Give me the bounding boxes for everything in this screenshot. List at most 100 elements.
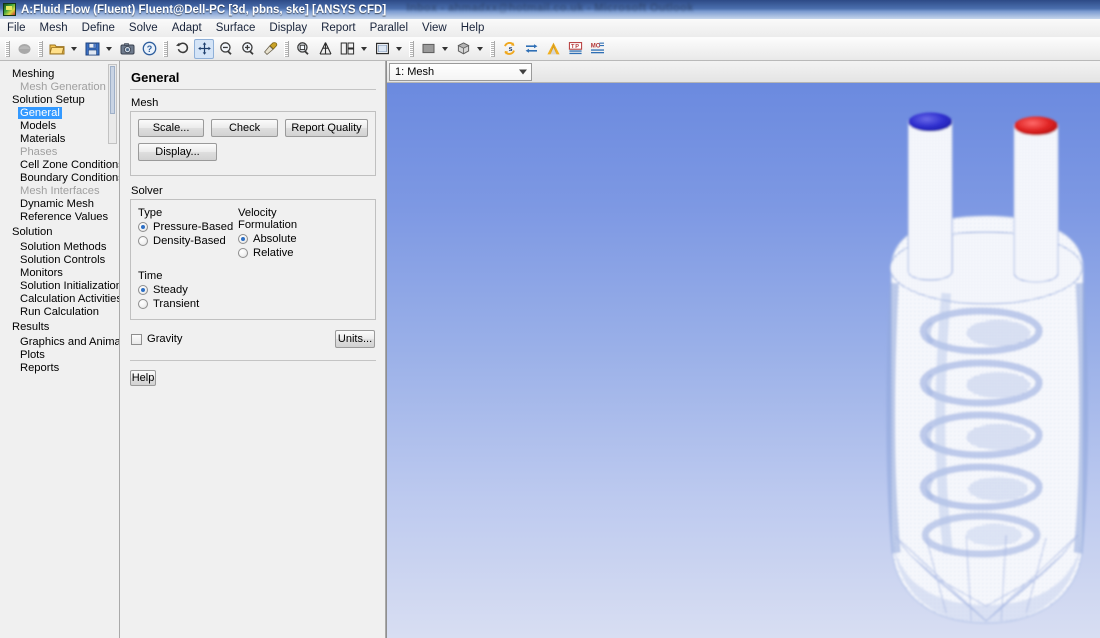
toolbar-grip[interactable] bbox=[5, 40, 10, 57]
toolbar-grip[interactable] bbox=[409, 40, 414, 57]
menu-bar: File Mesh Define Solve Adapt Surface Dis… bbox=[0, 19, 1100, 38]
graphics-window-selector[interactable]: 1: Mesh bbox=[389, 62, 532, 81]
background-color-icon[interactable] bbox=[418, 39, 438, 59]
units-button[interactable]: Units... bbox=[335, 330, 375, 348]
window-frame-icon[interactable] bbox=[372, 39, 392, 59]
save-dropdown-arrow[interactable] bbox=[103, 39, 114, 59]
ansys-logo-icon[interactable] bbox=[543, 39, 563, 59]
stop-icon[interactable] bbox=[14, 39, 34, 59]
sidebar-item-solution-setup[interactable]: Solution Setup bbox=[0, 94, 119, 107]
text-to-gui-icon[interactable]: TP bbox=[565, 39, 585, 59]
sidebar-scrollbar[interactable] bbox=[108, 64, 117, 144]
menu-file[interactable]: File bbox=[0, 21, 33, 35]
refresh-case-icon[interactable]: s bbox=[499, 39, 519, 59]
open-folder-icon[interactable] bbox=[47, 39, 67, 59]
gravity-checkbox[interactable]: Gravity bbox=[131, 333, 182, 345]
sidebar-item-calculation-activities[interactable]: Calculation Activities bbox=[0, 293, 119, 306]
radio-indicator-icon bbox=[238, 248, 248, 258]
mesh-display-icon[interactable] bbox=[315, 39, 335, 59]
display-button[interactable]: Display... bbox=[138, 143, 217, 161]
report-quality-button[interactable]: Report Quality bbox=[285, 119, 368, 137]
radio-density-based[interactable]: Density-Based bbox=[138, 234, 238, 248]
radio-relative[interactable]: Relative bbox=[238, 246, 338, 260]
menu-parallel[interactable]: Parallel bbox=[363, 21, 415, 35]
zoom-fit-icon[interactable] bbox=[293, 39, 313, 59]
radio-transient[interactable]: Transient bbox=[138, 297, 238, 311]
radio-pressure-based[interactable]: Pressure-Based bbox=[138, 220, 238, 234]
sidebar-item-results[interactable]: Results bbox=[0, 321, 119, 334]
solver-group-label: Solver bbox=[131, 185, 163, 197]
check-button[interactable]: Check bbox=[211, 119, 278, 137]
sync-arrows-icon[interactable] bbox=[521, 39, 541, 59]
open-dropdown-arrow[interactable] bbox=[68, 39, 79, 59]
layout-windows-icon[interactable] bbox=[337, 39, 357, 59]
tree-label: Monitors bbox=[20, 267, 63, 279]
radio-absolute[interactable]: Absolute bbox=[238, 232, 338, 246]
menu-report[interactable]: Report bbox=[314, 21, 363, 35]
reset-rotate-icon[interactable] bbox=[172, 39, 192, 59]
sidebar-item-meshing[interactable]: Meshing bbox=[0, 68, 119, 81]
menu-surface[interactable]: Surface bbox=[209, 21, 263, 35]
toolbar-grip[interactable] bbox=[284, 40, 289, 57]
tree-label: Plots bbox=[20, 349, 45, 361]
window-frame-dropdown-arrow[interactable] bbox=[393, 39, 404, 59]
sidebar-item-mesh-generation: Mesh Generation bbox=[0, 81, 119, 94]
zoom-out-icon[interactable] bbox=[216, 39, 236, 59]
tree-label: Materials bbox=[20, 133, 66, 145]
sidebar-item-plots[interactable]: Plots bbox=[0, 349, 119, 362]
tree-label: Reports bbox=[20, 362, 60, 374]
menu-help[interactable]: Help bbox=[454, 21, 492, 35]
radio-label: Relative bbox=[253, 247, 294, 259]
sidebar-item-solution[interactable]: Solution bbox=[0, 226, 119, 239]
eyedropper-probe-icon[interactable] bbox=[260, 39, 280, 59]
background-color-dropdown-arrow[interactable] bbox=[439, 39, 450, 59]
tree-label: Meshing bbox=[12, 68, 55, 80]
help-circle-icon[interactable]: ? bbox=[139, 39, 159, 59]
panel-bottom-divider bbox=[130, 360, 376, 361]
mo-list-icon[interactable]: MO bbox=[587, 39, 607, 59]
render-shading-icon[interactable] bbox=[453, 39, 473, 59]
sidebar-item-reference-values[interactable]: Reference Values bbox=[0, 211, 119, 224]
tree-label: Boundary Conditions bbox=[20, 172, 120, 184]
menu-solve[interactable]: Solve bbox=[122, 21, 165, 35]
sidebar-item-graphics-and-animations[interactable]: Graphics and Animations bbox=[0, 336, 119, 349]
sidebar-item-monitors[interactable]: Monitors bbox=[0, 267, 119, 280]
sidebar-item-reports[interactable]: Reports bbox=[0, 362, 119, 375]
menu-adapt[interactable]: Adapt bbox=[165, 21, 209, 35]
mesh-canvas[interactable] bbox=[387, 83, 1100, 638]
tree-label: Models bbox=[20, 120, 57, 132]
sidebar-item-boundary-conditions[interactable]: Boundary Conditions bbox=[0, 172, 119, 185]
sidebar-item-solution-initialization[interactable]: Solution Initialization bbox=[0, 280, 119, 293]
time-block: Time Steady Transient bbox=[138, 270, 238, 311]
sidebar-item-models[interactable]: Models bbox=[0, 120, 119, 133]
sidebar-item-dynamic-mesh[interactable]: Dynamic Mesh bbox=[0, 198, 119, 211]
toolbar-grip[interactable] bbox=[163, 40, 168, 57]
sidebar-item-cell-zone-conditions[interactable]: Cell Zone Conditions bbox=[0, 159, 119, 172]
menu-view[interactable]: View bbox=[415, 21, 454, 35]
pan-move-icon[interactable] bbox=[194, 38, 214, 59]
sidebar-item-solution-controls[interactable]: Solution Controls bbox=[0, 254, 119, 267]
save-icon[interactable] bbox=[82, 39, 102, 59]
tree-label: Solution Methods bbox=[20, 241, 107, 253]
menu-mesh[interactable]: Mesh bbox=[33, 21, 75, 35]
toolbar-grip[interactable] bbox=[38, 40, 43, 57]
sidebar-item-run-calculation[interactable]: Run Calculation bbox=[0, 306, 119, 319]
toolbar-grip[interactable] bbox=[490, 40, 495, 57]
scale-button[interactable]: Scale... bbox=[138, 119, 205, 137]
tree-label: Mesh Interfaces bbox=[20, 185, 100, 197]
time-label: Time bbox=[138, 270, 163, 282]
sidebar-item-materials[interactable]: Materials bbox=[0, 133, 119, 146]
tree-label: Reference Values bbox=[20, 211, 109, 223]
sidebar-item-general[interactable]: General bbox=[0, 107, 119, 120]
menu-define[interactable]: Define bbox=[75, 21, 122, 35]
sidebar-item-solution-methods[interactable]: Solution Methods bbox=[0, 241, 119, 254]
layout-dropdown-arrow[interactable] bbox=[358, 39, 369, 59]
sidebar-scroll-thumb[interactable] bbox=[110, 66, 115, 114]
radio-steady[interactable]: Steady bbox=[138, 283, 238, 297]
help-button[interactable]: Help bbox=[130, 370, 156, 386]
render-dropdown-arrow[interactable] bbox=[474, 39, 485, 59]
camera-icon[interactable] bbox=[117, 39, 137, 59]
zoom-in-icon[interactable] bbox=[238, 39, 258, 59]
menu-display[interactable]: Display bbox=[262, 21, 314, 35]
solver-group-box: Type Pressure-Based Density-Based Time S… bbox=[130, 199, 376, 320]
